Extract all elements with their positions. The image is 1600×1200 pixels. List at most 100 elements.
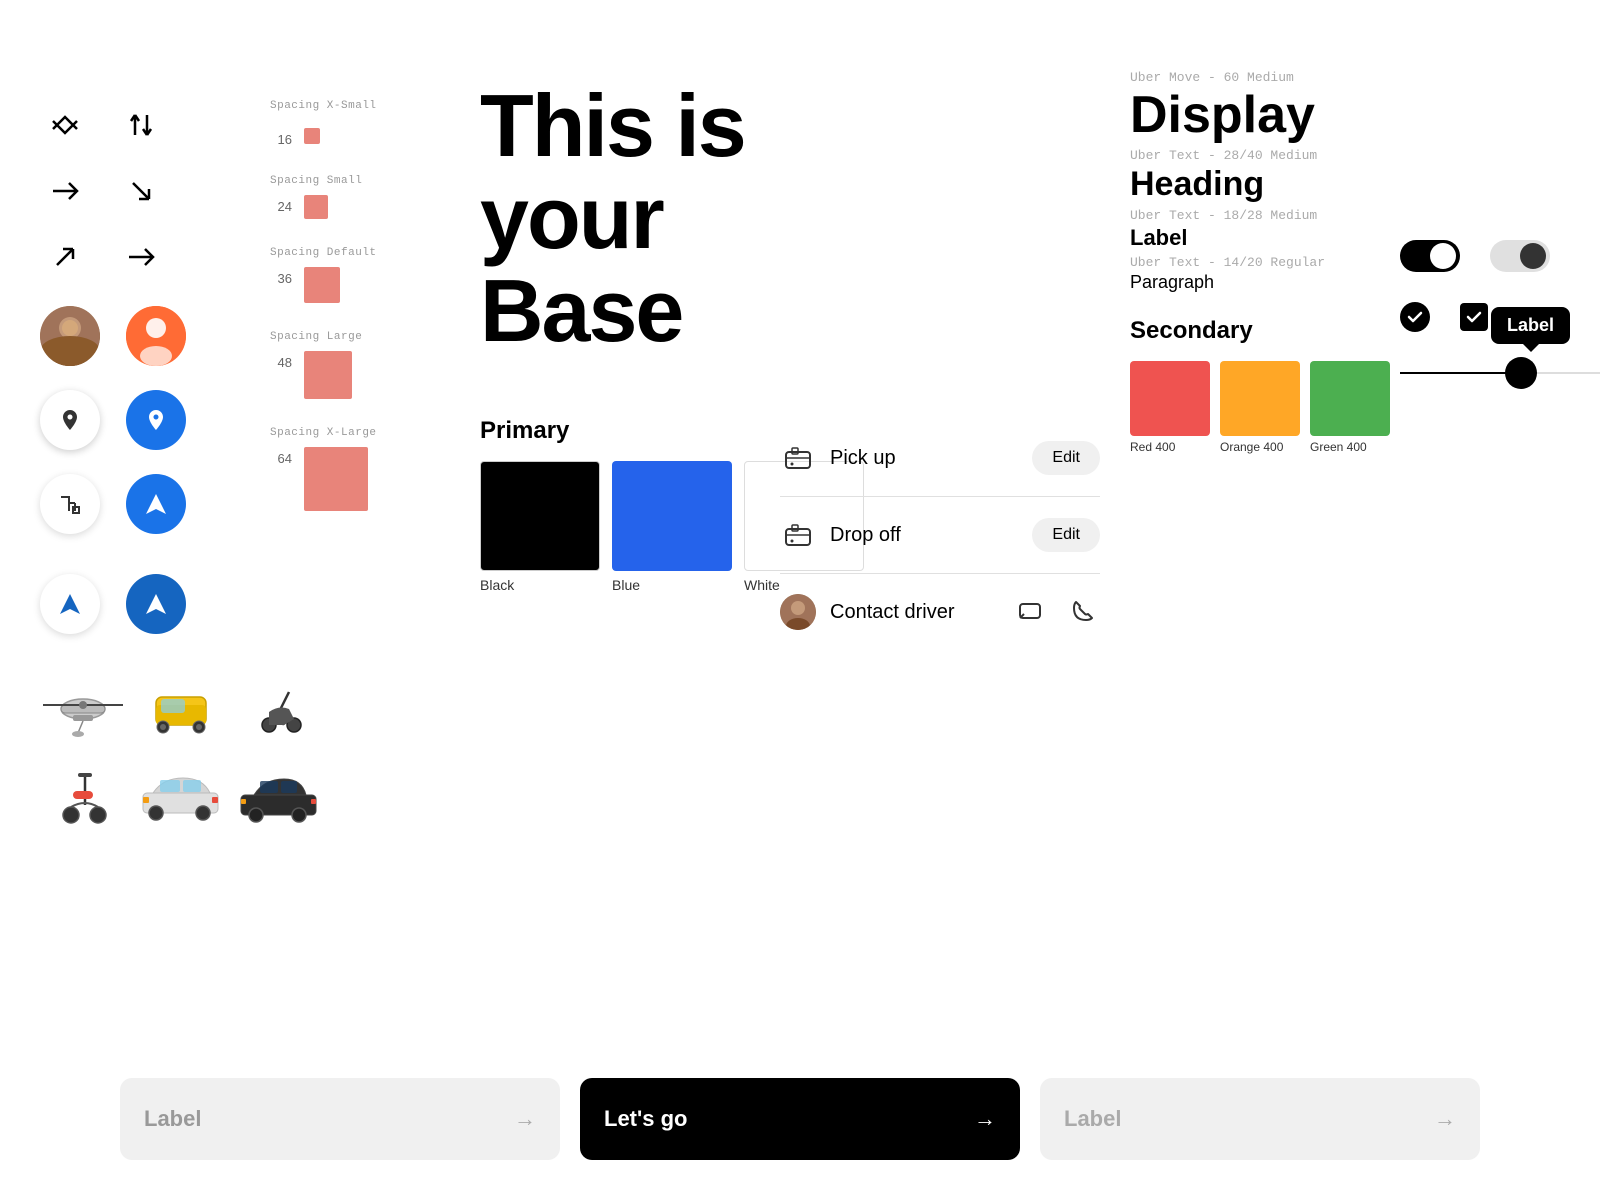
spacing-row-16: 16 bbox=[270, 128, 460, 147]
typography-label: Uber Text - 18/28 Medium Label bbox=[1130, 208, 1380, 251]
slider-track-filled bbox=[1400, 372, 1521, 374]
button-label-left-text: Label bbox=[144, 1106, 201, 1132]
button-label-left[interactable]: Label → bbox=[120, 1078, 560, 1160]
vehicle-helicopter bbox=[40, 674, 125, 744]
left-panel bbox=[40, 40, 260, 1160]
button-label-left-arrow: → bbox=[514, 1106, 536, 1132]
trip-rows: Pick up Edit Drop off Edit bbox=[780, 420, 1100, 650]
avatar-photo bbox=[40, 306, 100, 366]
arrow-up-down-icon bbox=[116, 100, 166, 150]
spacing-value-16: 16 bbox=[270, 128, 292, 147]
spacing-value-24: 24 bbox=[270, 195, 292, 214]
pickup-edit-button[interactable]: Edit bbox=[1032, 441, 1100, 475]
heading-text: Heading bbox=[1130, 165, 1380, 204]
display-text: Display bbox=[1130, 87, 1380, 144]
swatch-box-red bbox=[1130, 361, 1210, 436]
spacing-small-label: Spacing Small bbox=[270, 175, 460, 187]
trip-panel: Pick up Edit Drop off Edit bbox=[760, 40, 1100, 1160]
map-pin-grid bbox=[40, 390, 260, 450]
nav-arrow-dark-blue bbox=[126, 574, 186, 634]
toggle-on[interactable] bbox=[1400, 240, 1460, 272]
button-lets-go[interactable]: Let's go → bbox=[580, 1078, 1020, 1160]
map-pin-white bbox=[40, 390, 100, 450]
vehicle-tuk-tuk bbox=[138, 674, 223, 744]
primary-colors-section: Primary Black Blue White bbox=[480, 417, 760, 593]
spacing-value-64: 64 bbox=[270, 447, 292, 466]
swatch-label-red: Red 400 bbox=[1130, 440, 1210, 454]
vehicle-electric-scooter bbox=[40, 760, 125, 830]
secondary-color-swatches: Red 400 Orange 400 Green 400 bbox=[1130, 361, 1380, 454]
nav-icon-blue bbox=[126, 474, 186, 534]
slider-container: Label bbox=[1400, 372, 1600, 374]
checkbox-circle-checked[interactable] bbox=[1400, 302, 1430, 332]
swatch-orange: Orange 400 bbox=[1220, 361, 1300, 454]
nav-icon-white bbox=[40, 474, 100, 534]
avatar-grid bbox=[40, 306, 260, 366]
primary-color-swatches: Black Blue White bbox=[480, 461, 760, 593]
spacing-xsmall-label: Spacing X-Small bbox=[270, 100, 460, 112]
spacing-large-label: Spacing Large bbox=[270, 331, 460, 343]
spacing-xlarge-label: Spacing X-Large bbox=[270, 427, 460, 439]
paragraph-text: Paragraph bbox=[1130, 272, 1380, 293]
spacing-value-48: 48 bbox=[270, 351, 292, 370]
hero-panel: This is your Base Primary Black Blue Whi… bbox=[460, 40, 760, 1160]
swatch-blue: Blue bbox=[612, 461, 732, 593]
arrow-right-icon bbox=[40, 166, 90, 216]
spacing-block-16 bbox=[304, 128, 320, 144]
button-label-right-text: Label bbox=[1064, 1106, 1121, 1132]
pickup-row: Pick up Edit bbox=[780, 420, 1100, 497]
spacing-row-24: 24 bbox=[270, 195, 460, 219]
nav-arrow-grid bbox=[40, 574, 260, 634]
avatar-orange bbox=[126, 306, 186, 366]
swatch-green: Green 400 bbox=[1310, 361, 1390, 454]
slider-thumb[interactable] bbox=[1505, 357, 1537, 389]
vehicles-grid bbox=[40, 674, 260, 830]
dropoff-icon bbox=[780, 517, 816, 553]
swatch-label-orange: Orange 400 bbox=[1220, 440, 1300, 454]
message-icon[interactable] bbox=[1012, 594, 1048, 630]
button-label-right-arrow: → bbox=[1434, 1106, 1456, 1132]
controls-panel: Label bbox=[1380, 40, 1600, 1160]
label-meta: Uber Text - 18/28 Medium bbox=[1130, 208, 1380, 223]
vehicle-white-car bbox=[138, 760, 223, 830]
hero-line1: This is bbox=[480, 76, 745, 175]
swatch-red: Red 400 bbox=[1130, 361, 1210, 454]
arrow-icons-grid bbox=[40, 100, 260, 282]
display-meta: Uber Move - 60 Medium bbox=[1130, 70, 1380, 85]
phone-icon[interactable] bbox=[1064, 594, 1100, 630]
spacing-block-24 bbox=[304, 195, 328, 219]
dropoff-label: Drop off bbox=[830, 524, 1018, 547]
swatch-label-blue: Blue bbox=[612, 577, 732, 593]
primary-colors-title: Primary bbox=[480, 417, 760, 445]
typography-display: Uber Move - 60 Medium Display bbox=[1130, 70, 1380, 144]
arrow-split-icon bbox=[40, 100, 90, 150]
contact-label: Contact driver bbox=[830, 601, 998, 624]
buttons-row: Label → Let's go → Label → bbox=[120, 1078, 1480, 1160]
swatch-black: Black bbox=[480, 461, 600, 593]
button-lets-go-text: Let's go bbox=[604, 1106, 687, 1132]
arrow-diagonal-up-icon bbox=[40, 232, 90, 282]
paragraph-meta: Uber Text - 14/20 Regular bbox=[1130, 255, 1380, 270]
secondary-colors-title: Secondary bbox=[1130, 317, 1380, 345]
swatch-box-black bbox=[480, 461, 600, 571]
nav-arrow-white bbox=[40, 574, 100, 634]
secondary-colors-section: Secondary Red 400 Orange 400 Green 400 bbox=[1130, 317, 1380, 454]
dropoff-row: Drop off Edit bbox=[780, 497, 1100, 574]
nav-grid bbox=[40, 474, 260, 534]
hero-line2: your Base bbox=[480, 168, 682, 359]
checkbox-square-checked[interactable] bbox=[1460, 303, 1488, 331]
pickup-label: Pick up bbox=[830, 447, 1018, 470]
spacing-row-36: 36 bbox=[270, 267, 460, 303]
button-lets-go-arrow: → bbox=[974, 1106, 996, 1132]
map-pin-blue bbox=[126, 390, 186, 450]
spacing-value-36: 36 bbox=[270, 267, 292, 286]
hero-text: This is your Base bbox=[480, 80, 760, 357]
button-label-right[interactable]: Label → bbox=[1040, 1078, 1480, 1160]
swatch-box-blue bbox=[612, 461, 732, 571]
toggle-off[interactable] bbox=[1490, 240, 1550, 272]
spacing-row-48: 48 bbox=[270, 351, 460, 399]
typography-paragraph: Uber Text - 14/20 Regular Paragraph bbox=[1130, 255, 1380, 293]
dropoff-edit-button[interactable]: Edit bbox=[1032, 518, 1100, 552]
label-text: Label bbox=[1130, 225, 1380, 251]
arrow-right-2-icon bbox=[116, 232, 166, 282]
